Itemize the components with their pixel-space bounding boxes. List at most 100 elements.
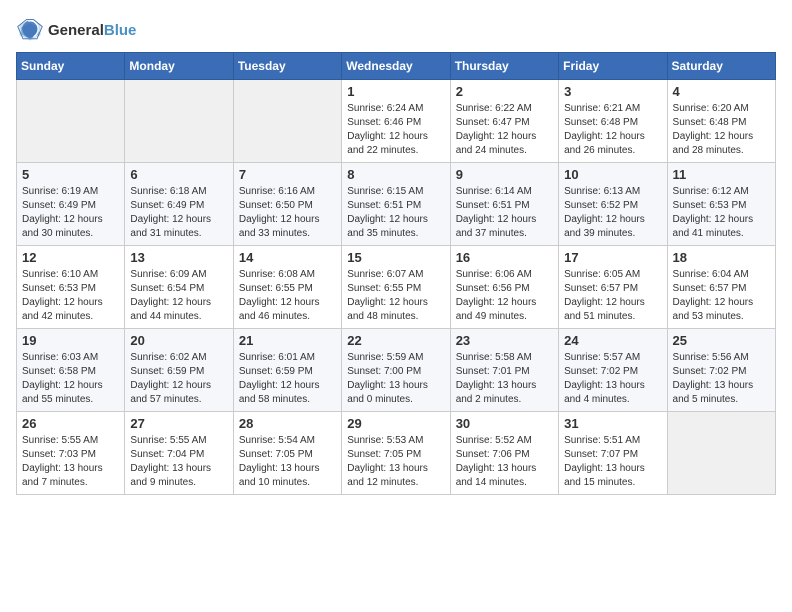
day-number: 5 — [22, 167, 119, 182]
daylight-text: Daylight: 12 hours and 39 minutes. — [564, 213, 661, 241]
day-number: 30 — [456, 416, 553, 431]
daylight-text: Daylight: 12 hours and 49 minutes. — [456, 296, 553, 324]
day-info: Sunrise: 6:12 AMSunset: 6:53 PMDaylight:… — [673, 185, 770, 241]
sunset-text: Sunset: 7:02 PM — [564, 365, 661, 379]
calendar-week-5: 26Sunrise: 5:55 AMSunset: 7:03 PMDayligh… — [17, 412, 776, 495]
logo: GeneralBlue — [16, 16, 136, 44]
daylight-text: Daylight: 12 hours and 31 minutes. — [130, 213, 227, 241]
daylight-text: Daylight: 12 hours and 57 minutes. — [130, 379, 227, 407]
day-info: Sunrise: 5:54 AMSunset: 7:05 PMDaylight:… — [239, 434, 336, 490]
calendar-cell: 8 Sunrise: 6:15 AMSunset: 6:51 PMDaylight… — [342, 163, 450, 246]
sunset-text: Sunset: 6:55 PM — [347, 282, 444, 296]
daylight-text: Daylight: 12 hours and 53 minutes. — [673, 296, 770, 324]
day-number: 29 — [347, 416, 444, 431]
calendar-cell: 13Sunrise: 6:09 AMSunset: 6:54 PMDayligh… — [125, 246, 233, 329]
daylight-text: Daylight: 13 hours and 10 minutes. — [239, 462, 336, 490]
day-info: Sunrise: 6:13 AMSunset: 6:52 PMDaylight:… — [564, 185, 661, 241]
daylight-text: Daylight: 13 hours and 9 minutes. — [130, 462, 227, 490]
day-info: Sunrise: 6:01 AMSunset: 6:59 PMDaylight:… — [239, 351, 336, 407]
weekday-header-sunday: Sunday — [17, 53, 125, 80]
day-info: Sunrise: 6:05 AMSunset: 6:57 PMDaylight:… — [564, 268, 661, 324]
sunset-text: Sunset: 6:52 PM — [564, 199, 661, 213]
calendar-cell: 27Sunrise: 5:55 AMSunset: 7:04 PMDayligh… — [125, 412, 233, 495]
day-number: 23 — [456, 333, 553, 348]
sunrise-text: Sunrise: 5:54 AM — [239, 434, 336, 448]
sunrise-text: Sunrise: 6:15 AM — [347, 185, 444, 199]
day-info: Sunrise: 6:16 AMSunset: 6:50 PMDaylight:… — [239, 185, 336, 241]
calendar-cell: 14Sunrise: 6:08 AMSunset: 6:55 PMDayligh… — [233, 246, 341, 329]
sunrise-text: Sunrise: 6:06 AM — [456, 268, 553, 282]
daylight-text: Daylight: 12 hours and 42 minutes. — [22, 296, 119, 324]
daylight-text: Daylight: 12 hours and 41 minutes. — [673, 213, 770, 241]
calendar-cell — [125, 80, 233, 163]
calendar-cell: 25Sunrise: 5:56 AMSunset: 7:02 PMDayligh… — [667, 329, 775, 412]
sunrise-text: Sunrise: 6:02 AM — [130, 351, 227, 365]
day-number: 8 — [347, 167, 444, 182]
day-number: 21 — [239, 333, 336, 348]
sunrise-text: Sunrise: 5:58 AM — [456, 351, 553, 365]
sunrise-text: Sunrise: 6:01 AM — [239, 351, 336, 365]
sunrise-text: Sunrise: 6:04 AM — [673, 268, 770, 282]
day-info: Sunrise: 5:52 AMSunset: 7:06 PMDaylight:… — [456, 434, 553, 490]
sunset-text: Sunset: 7:00 PM — [347, 365, 444, 379]
calendar-cell: 10Sunrise: 6:13 AMSunset: 6:52 PMDayligh… — [559, 163, 667, 246]
daylight-text: Daylight: 12 hours and 55 minutes. — [22, 379, 119, 407]
calendar-table: SundayMondayTuesdayWednesdayThursdayFrid… — [16, 52, 776, 495]
sunrise-text: Sunrise: 6:20 AM — [673, 102, 770, 116]
logo-icon — [16, 16, 44, 44]
calendar-cell: 31Sunrise: 5:51 AMSunset: 7:07 PMDayligh… — [559, 412, 667, 495]
daylight-text: Daylight: 12 hours and 33 minutes. — [239, 213, 336, 241]
day-info: Sunrise: 5:58 AMSunset: 7:01 PMDaylight:… — [456, 351, 553, 407]
sunrise-text: Sunrise: 6:19 AM — [22, 185, 119, 199]
sunrise-text: Sunrise: 5:51 AM — [564, 434, 661, 448]
daylight-text: Daylight: 13 hours and 7 minutes. — [22, 462, 119, 490]
calendar-week-3: 12Sunrise: 6:10 AMSunset: 6:53 PMDayligh… — [17, 246, 776, 329]
calendar-week-2: 5Sunrise: 6:19 AMSunset: 6:49 PMDaylight… — [17, 163, 776, 246]
day-info: Sunrise: 5:53 AMSunset: 7:05 PMDaylight:… — [347, 434, 444, 490]
day-number: 6 — [130, 167, 227, 182]
day-number: 4 — [673, 84, 770, 99]
day-info: Sunrise: 6:20 AMSunset: 6:48 PMDaylight:… — [673, 102, 770, 158]
day-info: Sunrise: 5:55 AMSunset: 7:04 PMDaylight:… — [130, 434, 227, 490]
calendar-cell: 28Sunrise: 5:54 AMSunset: 7:05 PMDayligh… — [233, 412, 341, 495]
sunset-text: Sunset: 6:59 PM — [239, 365, 336, 379]
day-info: Sunrise: 6:10 AMSunset: 6:53 PMDaylight:… — [22, 268, 119, 324]
sunset-text: Sunset: 6:55 PM — [239, 282, 336, 296]
calendar-cell: 26Sunrise: 5:55 AMSunset: 7:03 PMDayligh… — [17, 412, 125, 495]
day-info: Sunrise: 6:21 AMSunset: 6:48 PMDaylight:… — [564, 102, 661, 158]
calendar-cell: 12Sunrise: 6:10 AMSunset: 6:53 PMDayligh… — [17, 246, 125, 329]
calendar-cell: 30 Sunrise: 5:52 AMSunset: 7:06 PMDayligh… — [450, 412, 558, 495]
day-number: 19 — [22, 333, 119, 348]
calendar-cell: 29 Sunrise: 5:53 AMSunset: 7:05 PMDayligh… — [342, 412, 450, 495]
calendar-cell: 23 Sunrise: 5:58 AMSunset: 7:01 PMDayligh… — [450, 329, 558, 412]
day-info: Sunrise: 6:04 AMSunset: 6:57 PMDaylight:… — [673, 268, 770, 324]
sunset-text: Sunset: 6:47 PM — [456, 116, 553, 130]
day-number: 18 — [673, 250, 770, 265]
day-number: 11 — [673, 167, 770, 182]
day-number: 24 — [564, 333, 661, 348]
logo-text: GeneralBlue — [48, 22, 136, 39]
sunset-text: Sunset: 6:58 PM — [22, 365, 119, 379]
calendar-cell: 20Sunrise: 6:02 AMSunset: 6:59 PMDayligh… — [125, 329, 233, 412]
day-number: 31 — [564, 416, 661, 431]
calendar-cell: 7Sunrise: 6:16 AMSunset: 6:50 PMDaylight… — [233, 163, 341, 246]
calendar-cell: 9Sunrise: 6:14 AMSunset: 6:51 PMDaylight… — [450, 163, 558, 246]
day-number: 22 — [347, 333, 444, 348]
daylight-text: Daylight: 12 hours and 44 minutes. — [130, 296, 227, 324]
day-info: Sunrise: 6:15 AMSunset: 6:51 PMDaylight:… — [347, 185, 444, 241]
sunset-text: Sunset: 6:51 PM — [347, 199, 444, 213]
calendar-cell: 18 Sunrise: 6:04 AMSunset: 6:57 PMDayligh… — [667, 246, 775, 329]
sunrise-text: Sunrise: 6:22 AM — [456, 102, 553, 116]
daylight-text: Daylight: 12 hours and 35 minutes. — [347, 213, 444, 241]
page-header: GeneralBlue — [16, 16, 776, 44]
weekday-header-monday: Monday — [125, 53, 233, 80]
day-number: 26 — [22, 416, 119, 431]
sunset-text: Sunset: 7:05 PM — [347, 448, 444, 462]
daylight-text: Daylight: 13 hours and 2 minutes. — [456, 379, 553, 407]
sunrise-text: Sunrise: 5:55 AM — [130, 434, 227, 448]
daylight-text: Daylight: 12 hours and 24 minutes. — [456, 130, 553, 158]
sunset-text: Sunset: 6:56 PM — [456, 282, 553, 296]
calendar-header-row: SundayMondayTuesdayWednesdayThursdayFrid… — [17, 53, 776, 80]
daylight-text: Daylight: 13 hours and 14 minutes. — [456, 462, 553, 490]
sunrise-text: Sunrise: 5:52 AM — [456, 434, 553, 448]
